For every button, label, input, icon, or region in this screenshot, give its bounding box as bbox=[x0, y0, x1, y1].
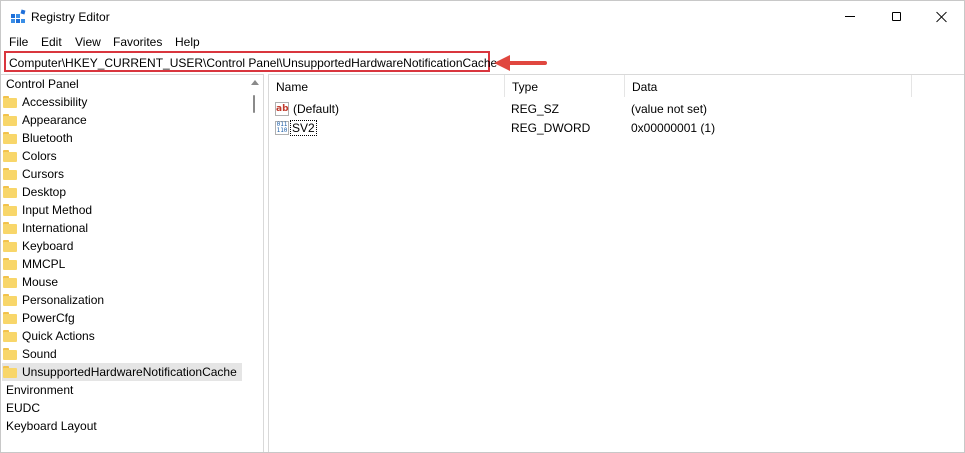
key-tree-pane[interactable]: Control Panel Accessibility Appearance B… bbox=[1, 74, 264, 452]
menu-favorites[interactable]: Favorites bbox=[113, 35, 162, 49]
folder-icon bbox=[3, 330, 17, 342]
regedit-icon bbox=[11, 9, 26, 23]
folder-icon bbox=[3, 276, 17, 288]
folder-icon bbox=[3, 258, 17, 270]
tree-item-environment[interactable]: Environment bbox=[1, 381, 246, 399]
tree-item-label: Cursors bbox=[22, 167, 65, 181]
maximize-icon bbox=[891, 12, 901, 21]
tree-item[interactable]: Keyboard bbox=[1, 237, 246, 255]
minimize-icon bbox=[845, 16, 855, 17]
menu-bar: File Edit View Favorites Help bbox=[1, 32, 964, 51]
tree-item-label: MMCPL bbox=[22, 257, 66, 271]
value-name: (Default) bbox=[293, 102, 340, 116]
value-row[interactable]: ab (Default) REG_SZ (value not set) bbox=[269, 100, 964, 118]
folder-icon bbox=[3, 240, 17, 252]
menu-view[interactable]: View bbox=[75, 35, 101, 49]
tree-item[interactable]: Accessibility bbox=[1, 93, 246, 111]
column-header-label: Data bbox=[632, 80, 658, 94]
folder-icon bbox=[3, 312, 17, 324]
folder-icon bbox=[3, 222, 17, 234]
column-header-label: Name bbox=[276, 80, 309, 94]
tree-item-label: Accessibility bbox=[22, 95, 88, 109]
close-button[interactable] bbox=[919, 1, 964, 32]
registry-editor-window: Registry Editor File Edit View Favorites… bbox=[0, 0, 965, 453]
folder-icon bbox=[3, 186, 17, 198]
address-bar[interactable]: Computer\HKEY_CURRENT_USER\Control Panel… bbox=[4, 51, 497, 72]
scroll-thumb[interactable] bbox=[253, 95, 255, 113]
value-row[interactable]: 011 110 SV2 REG_DWORD 0x00000001 (1) bbox=[269, 119, 964, 137]
folder-icon bbox=[3, 150, 17, 162]
binary-value-icon: 011 110 bbox=[275, 121, 289, 135]
tree-item-label: Bluetooth bbox=[22, 131, 73, 145]
tree-item-label: Keyboard bbox=[22, 239, 74, 253]
menu-edit[interactable]: Edit bbox=[41, 35, 62, 49]
tree-item-label: Keyboard Layout bbox=[6, 419, 97, 433]
tree-item-label: Appearance bbox=[22, 113, 87, 127]
tree-item-eudc[interactable]: EUDC bbox=[1, 399, 246, 417]
folder-icon bbox=[3, 294, 17, 306]
tree-item-label: Personalization bbox=[22, 293, 105, 307]
tree-item-label: Quick Actions bbox=[22, 329, 95, 343]
folder-icon bbox=[3, 96, 17, 108]
minimize-button[interactable] bbox=[827, 1, 873, 32]
column-header-name[interactable]: Name bbox=[269, 75, 505, 97]
tree-item[interactable]: Desktop bbox=[1, 183, 246, 201]
window-title: Registry Editor bbox=[31, 10, 110, 24]
column-header-data[interactable]: Data bbox=[625, 75, 911, 97]
folder-icon bbox=[3, 366, 17, 378]
column-divider[interactable] bbox=[911, 75, 912, 97]
tree-item-label: Control Panel bbox=[6, 77, 79, 91]
tree-item[interactable]: International bbox=[1, 219, 246, 237]
annotation-arrow-icon bbox=[494, 55, 547, 71]
values-list-pane[interactable]: Name Type Data ab (Default) REG_SZ (valu… bbox=[268, 74, 964, 452]
value-type: REG_DWORD bbox=[511, 121, 591, 135]
tree-item-label: Sound bbox=[22, 347, 57, 361]
maximize-button[interactable] bbox=[873, 1, 919, 32]
value-data: 0x00000001 (1) bbox=[631, 121, 716, 135]
folder-icon bbox=[3, 168, 17, 180]
tree-item-label: International bbox=[22, 221, 89, 235]
tree-item[interactable]: Sound bbox=[1, 345, 246, 363]
tree-item-label: Environment bbox=[6, 383, 74, 397]
tree-item[interactable]: Cursors bbox=[1, 165, 246, 183]
tree-item[interactable]: MMCPL bbox=[1, 255, 246, 273]
tree-item-label: Input Method bbox=[22, 203, 93, 217]
string-value-icon: ab bbox=[275, 102, 289, 116]
folder-icon bbox=[3, 114, 17, 126]
tree-item[interactable]: Mouse bbox=[1, 273, 246, 291]
scroll-up-icon[interactable] bbox=[251, 80, 259, 85]
folder-icon bbox=[3, 132, 17, 144]
value-data: (value not set) bbox=[631, 102, 708, 116]
tree-item[interactable]: Appearance bbox=[1, 111, 246, 129]
folder-icon bbox=[3, 348, 17, 360]
tree-item-label: UnsupportedHardwareNotificationCache bbox=[22, 365, 237, 379]
tree-item-label: Mouse bbox=[22, 275, 59, 289]
tree-item[interactable]: PowerCfg bbox=[1, 309, 246, 327]
tree-item-label: PowerCfg bbox=[22, 311, 75, 325]
tree-scrollbar[interactable] bbox=[246, 75, 263, 452]
tree-item[interactable]: Input Method bbox=[1, 201, 246, 219]
title-bar: Registry Editor bbox=[1, 1, 964, 32]
tree-item-label: Desktop bbox=[22, 185, 67, 199]
value-name: SV2 bbox=[290, 120, 317, 136]
menu-file[interactable]: File bbox=[9, 35, 28, 49]
tree-item[interactable]: Personalization bbox=[1, 291, 246, 309]
tree-item[interactable]: Bluetooth bbox=[1, 129, 246, 147]
tree-item-selected[interactable]: UnsupportedHardwareNotificationCache bbox=[1, 363, 246, 381]
close-icon bbox=[936, 11, 948, 23]
address-path: Computer\HKEY_CURRENT_USER\Control Panel… bbox=[9, 56, 498, 70]
folder-icon bbox=[3, 204, 17, 216]
column-header-type[interactable]: Type bbox=[505, 75, 624, 97]
menu-help[interactable]: Help bbox=[175, 35, 200, 49]
tree-item-keyboard-layout[interactable]: Keyboard Layout bbox=[1, 417, 246, 435]
tree-item-control-panel[interactable]: Control Panel bbox=[1, 75, 246, 93]
tree-item[interactable]: Quick Actions bbox=[1, 327, 246, 345]
column-header-label: Type bbox=[512, 80, 539, 94]
tree-item-label: Colors bbox=[22, 149, 57, 163]
tree-item[interactable]: Colors bbox=[1, 147, 246, 165]
tree-item-label: EUDC bbox=[6, 401, 41, 415]
value-type: REG_SZ bbox=[511, 102, 560, 116]
